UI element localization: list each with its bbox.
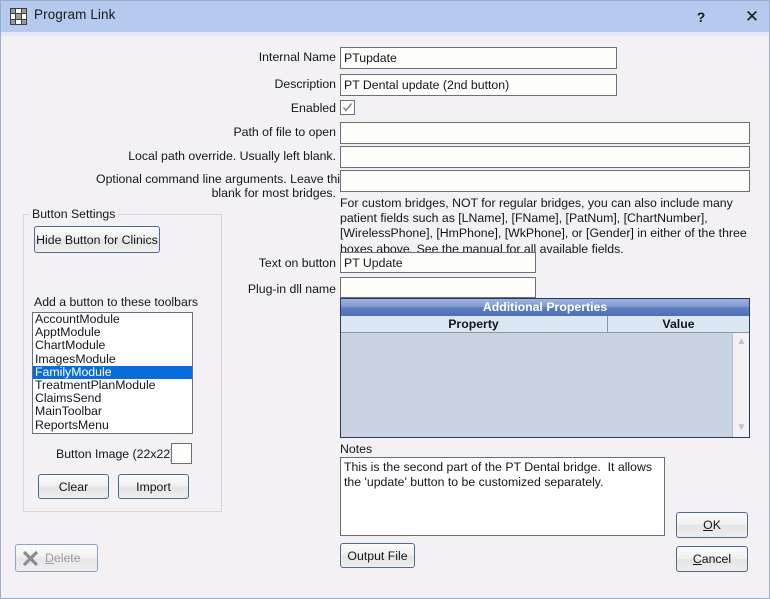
output-file-button[interactable]: Output File bbox=[340, 543, 415, 568]
clear-button[interactable]: Clear bbox=[38, 474, 109, 499]
delete-accelerator: D bbox=[45, 551, 54, 565]
ok-button[interactable]: OK bbox=[676, 512, 748, 538]
ok-accelerator: O bbox=[703, 518, 713, 532]
program-link-dialog: Program Link ? ✕ Internal Name Descripti… bbox=[0, 0, 770, 599]
help-icon[interactable]: ? bbox=[690, 6, 712, 28]
command-line-args-label-line2: blank for most bridges. bbox=[211, 186, 336, 200]
text-on-button-label: Text on button bbox=[258, 256, 336, 270]
grid-body[interactable] bbox=[341, 333, 749, 437]
button-settings-group-title: Button Settings bbox=[29, 207, 119, 221]
description-label: Description bbox=[274, 77, 336, 91]
plugin-dll-name-input[interactable] bbox=[340, 277, 536, 298]
import-button[interactable]: Import bbox=[118, 474, 189, 499]
button-image-preview[interactable] bbox=[171, 443, 192, 464]
enabled-checkbox[interactable] bbox=[340, 100, 355, 115]
window-title: Program Link bbox=[34, 7, 116, 22]
title-bar: Program Link ? ✕ bbox=[1, 1, 769, 32]
text-on-button-input[interactable] bbox=[340, 252, 536, 273]
title-bar-separator bbox=[1, 32, 769, 36]
toolbar-list-item[interactable]: FamilyModule bbox=[33, 365, 192, 379]
notes-textarea[interactable] bbox=[340, 457, 665, 536]
hide-button-for-clinics-button[interactable]: Hide Button for Clinics bbox=[34, 226, 160, 253]
command-line-args-input[interactable] bbox=[340, 170, 750, 192]
delete-button-label: Delete bbox=[45, 551, 81, 565]
description-input[interactable] bbox=[340, 74, 617, 96]
grid-scrollbar[interactable]: ▲ ▼ bbox=[732, 333, 749, 437]
local-path-override-label: Local path override. Usually left blank. bbox=[128, 149, 336, 163]
custom-bridge-help-text: For custom bridges, NOT for regular brid… bbox=[340, 196, 747, 256]
grid-column-property: Property bbox=[448, 317, 499, 331]
grid-icon bbox=[10, 8, 27, 25]
button-image-label: Button Image (22x22) bbox=[56, 447, 175, 461]
toolbar-list-item[interactable]: MainToolbar bbox=[33, 405, 192, 418]
additional-properties-grid[interactable]: Additional Properties Property Value ▲ ▼ bbox=[340, 298, 750, 438]
close-icon[interactable]: ✕ bbox=[741, 6, 763, 28]
cancel-rest: ancel bbox=[701, 552, 732, 566]
toolbar-list-item[interactable]: ReportsMenu bbox=[33, 418, 192, 432]
scroll-up-icon[interactable]: ▲ bbox=[733, 335, 750, 349]
toolbar-list-item[interactable]: ChartModule bbox=[33, 339, 192, 352]
scroll-down-icon[interactable]: ▼ bbox=[733, 421, 750, 435]
path-of-file-label: Path of file to open bbox=[233, 125, 336, 139]
cancel-accelerator: C bbox=[692, 552, 702, 566]
toolbars-listbox[interactable]: AccountModule ApptModule ChartModule Images… bbox=[32, 312, 193, 434]
notes-label: Notes bbox=[340, 442, 373, 456]
toolbar-list-item[interactable]: ImagesModule bbox=[33, 352, 192, 366]
toolbars-label: Add a button to these toolbars bbox=[34, 295, 199, 309]
delete-rest: elete bbox=[53, 551, 81, 565]
delete-x-icon bbox=[22, 550, 39, 567]
ok-rest: K bbox=[712, 518, 721, 532]
grid-column-value: Value bbox=[607, 316, 749, 332]
command-line-args-label-line1: Optional command line arguments. Leave t… bbox=[96, 172, 347, 186]
grid-header-row: Property Value bbox=[341, 316, 749, 333]
internal-name-label: Internal Name bbox=[258, 50, 336, 64]
plugin-dll-name-label: Plug-in dll name bbox=[247, 282, 336, 296]
enabled-label: Enabled bbox=[290, 101, 336, 115]
local-path-override-input[interactable] bbox=[340, 146, 750, 168]
path-of-file-input[interactable] bbox=[340, 122, 750, 144]
check-icon bbox=[342, 103, 353, 112]
additional-properties-title: Additional Properties bbox=[341, 299, 749, 316]
cancel-button[interactable]: Cancel bbox=[676, 546, 748, 572]
internal-name-input[interactable] bbox=[340, 47, 617, 69]
